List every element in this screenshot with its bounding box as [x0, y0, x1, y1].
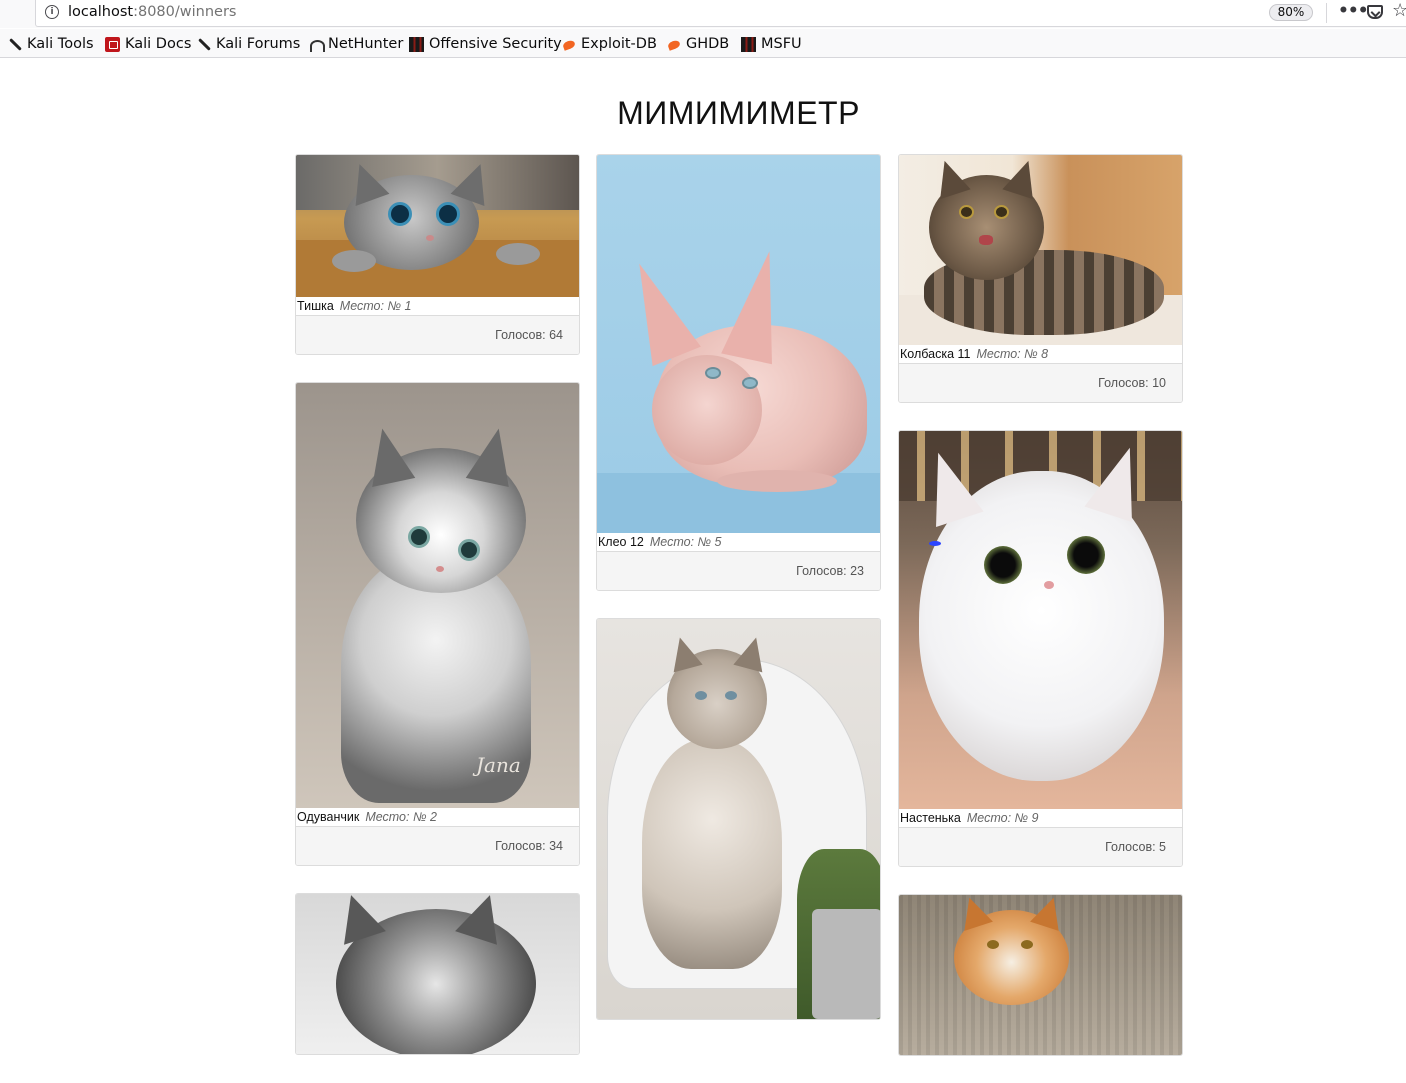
- cat-place: Место: № 1: [339, 299, 412, 313]
- exploitdb-icon: [561, 37, 576, 52]
- bookmark-offensive-security[interactable]: Offensive Security: [409, 34, 562, 54]
- cat-votes: Голосов: 5: [899, 828, 1182, 866]
- column-1: Тишка Место: № 1 Голосов: 64 Jana Одуванч…: [295, 154, 580, 1082]
- bookmark-nethunter[interactable]: NetHunter: [308, 34, 403, 54]
- cat-name: Колбаска 11: [900, 347, 971, 361]
- pocket-icon[interactable]: [1367, 5, 1383, 19]
- cat-photo[interactable]: Jana: [296, 383, 579, 808]
- bookmark-label: MSFU: [761, 36, 802, 52]
- cat-place: Место: № 2: [365, 810, 437, 824]
- offsec-icon: [409, 36, 424, 52]
- cat-votes: Голосов: 64: [296, 316, 579, 354]
- site-info-icon[interactable]: i: [45, 5, 59, 19]
- kali-docs-icon: [105, 36, 120, 52]
- cat-card[interactable]: Клео 12 Место: № 5 Голосов: 23: [596, 154, 881, 591]
- cat-place: Место: № 8: [976, 347, 1049, 361]
- cat-votes: Голосов: 23: [597, 552, 880, 590]
- cat-name: Одуванчик: [297, 810, 360, 824]
- cat-caption: Клео 12 Место: № 5: [597, 533, 880, 552]
- url-bar[interactable]: [35, 0, 1406, 27]
- cat-card[interactable]: Jana Одуванчик Место: № 2 Голосов: 34: [295, 382, 580, 866]
- cat-caption: Тишка Место: № 1: [296, 297, 579, 316]
- cat-votes: Голосов: 10: [899, 364, 1182, 402]
- cat-caption: Настенька Место: № 9: [899, 809, 1182, 828]
- bookmark-kali-tools[interactable]: Kali Tools: [7, 34, 94, 54]
- cat-card[interactable]: [898, 894, 1183, 1056]
- bookmark-ghdb[interactable]: GHDB: [666, 34, 729, 54]
- cat-photo[interactable]: [296, 155, 579, 297]
- cat-photo[interactable]: [296, 894, 579, 1054]
- cat-photo[interactable]: [597, 155, 880, 533]
- bookmark-label: Kali Tools: [27, 36, 94, 52]
- bookmark-msfu[interactable]: MSFU: [741, 34, 802, 54]
- toolbar-divider: [1326, 3, 1327, 23]
- cat-photo[interactable]: [597, 619, 880, 1019]
- cat-caption: Колбаска 11 Место: № 8: [899, 345, 1182, 364]
- url-text[interactable]: localhost:8080/winners: [68, 4, 236, 20]
- bookmark-label: Kali Forums: [216, 36, 301, 52]
- column-2: Клео 12 Место: № 5 Голосов: 23: [596, 154, 881, 1047]
- page-title: МИМИМИМЕТР: [617, 95, 860, 131]
- cat-card[interactable]: Тишка Место: № 1 Голосов: 64: [295, 154, 580, 355]
- cat-card[interactable]: [295, 893, 580, 1055]
- cat-photo[interactable]: [899, 431, 1182, 809]
- bookmark-label: Exploit-DB: [581, 36, 657, 52]
- bookmark-label: Kali Docs: [125, 36, 192, 52]
- cat-photo[interactable]: [899, 155, 1182, 345]
- bookmark-exploit-db[interactable]: Exploit-DB: [561, 34, 657, 54]
- offsec-icon: [741, 36, 756, 52]
- column-3: Колбаска 11 Место: № 8 Голосов: 10 Настен…: [898, 154, 1183, 1083]
- nethunter-icon: [308, 37, 325, 52]
- exploitdb-icon: [666, 37, 681, 52]
- cat-card[interactable]: Настенька Место: № 9 Голосов: 5: [898, 430, 1183, 867]
- zoom-level-badge[interactable]: 80%: [1269, 4, 1313, 21]
- cat-photo[interactable]: [899, 895, 1182, 1055]
- bookmark-kali-forums[interactable]: Kali Forums: [196, 34, 300, 54]
- bookmark-star-icon[interactable]: ☆: [1392, 0, 1406, 21]
- bookmark-label: Offensive Security: [429, 36, 562, 52]
- kali-dragon-icon: [7, 37, 22, 52]
- bookmarks-toolbar: Kali Tools Kali Docs Kali Forums NetHunt…: [0, 29, 1406, 58]
- bookmark-kali-docs[interactable]: Kali Docs: [105, 34, 191, 54]
- bookmark-label: NetHunter: [328, 36, 404, 52]
- cat-votes: Голосов: 34: [296, 827, 579, 865]
- page-actions-icon[interactable]: •••: [1338, 1, 1369, 21]
- cat-name: Настенька: [900, 811, 961, 825]
- cat-card[interactable]: Колбаска 11 Место: № 8 Голосов: 10: [898, 154, 1183, 403]
- bookmark-label: GHDB: [686, 36, 730, 52]
- url-path: :8080/winners: [133, 4, 237, 20]
- cat-place: Место: № 9: [966, 811, 1039, 825]
- browser-toolbar: i localhost:8080/winners 80% ••• ☆: [0, 0, 1406, 28]
- cat-name: Тишка: [297, 299, 334, 313]
- cat-place: Место: № 5: [649, 535, 722, 549]
- url-host: localhost: [68, 4, 134, 20]
- cat-caption: Одуванчик Место: № 2: [296, 808, 579, 827]
- cat-card[interactable]: [596, 618, 881, 1020]
- kali-dragon-icon: [196, 37, 211, 52]
- cat-name: Клео 12: [598, 535, 644, 549]
